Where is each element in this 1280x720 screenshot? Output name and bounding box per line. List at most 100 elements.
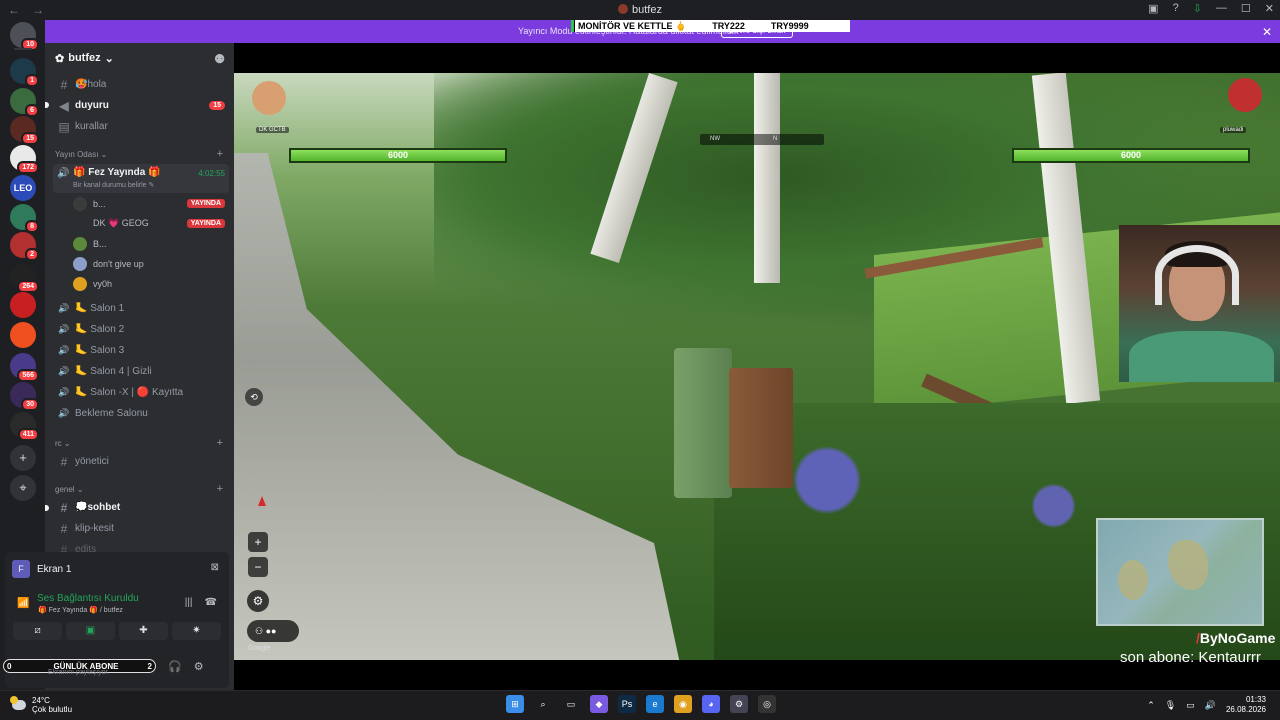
close-button[interactable]: ✕ — [1265, 2, 1274, 15]
server-icon-server-2[interactable]: 6 — [10, 88, 39, 117]
avatar — [73, 196, 87, 211]
channel-sohbet[interactable]: # 💭sohbet — [53, 498, 229, 517]
server-icon-server-7[interactable]: 2 — [10, 232, 39, 261]
voice-member[interactable]: vy0h — [73, 274, 225, 293]
disconnect-icon[interactable]: ☎ — [205, 597, 217, 608]
player-left-name: DK GCTB — [256, 127, 289, 133]
channel-duyuru[interactable]: ◀ duyuru 15 — [53, 96, 229, 115]
voice-channel[interactable]: 🔊 Bekleme Salonu — [53, 404, 229, 423]
obs-icon[interactable]: ◎ — [758, 695, 776, 713]
stream-view[interactable]: DK GCTB 6000 NW N 6000 pluwadi ⟲ + − ⚙ ⚇… — [234, 43, 1280, 690]
channel-status[interactable]: Bir kanal durumu belirle ✎ — [73, 181, 154, 189]
copilot-icon[interactable]: ◆ — [590, 695, 608, 713]
zoom-in-button[interactable]: + — [248, 532, 268, 552]
avatar — [73, 236, 87, 251]
zoom-out-button[interactable]: − — [248, 557, 268, 577]
player-right-avatar — [1228, 78, 1262, 112]
channel-kurallar[interactable]: ▤ kurallar — [53, 117, 229, 136]
activities-button[interactable]: ✚ — [119, 622, 168, 640]
weather-widget[interactable]: 24°C Çok bulutlu — [10, 696, 72, 714]
announcement-icon: ◀ — [59, 98, 69, 113]
maximize-button[interactable]: ☐ — [1241, 2, 1251, 15]
server-icon-server-4[interactable]: 172 — [10, 145, 39, 174]
category-rc[interactable]: rc ⌄ + — [55, 437, 225, 449]
guess-minimap[interactable] — [1096, 518, 1264, 626]
server-icon-server-3[interactable]: 15 — [10, 116, 39, 145]
server-icon-server-10[interactable] — [10, 322, 36, 348]
game-settings-icon[interactable]: ⚙ — [247, 590, 269, 612]
live-badge[interactable]: YAYINDA — [186, 199, 225, 208]
banner-close-icon[interactable]: ✕ — [1262, 25, 1272, 39]
server-icon-server-13[interactable]: 411 — [10, 412, 39, 441]
noise-suppression-icon[interactable]: ||| — [185, 597, 193, 608]
settings-icon[interactable]: ⚙ — [730, 695, 748, 713]
voice-channel[interactable]: 🔊 🦶 Salon 1 — [53, 299, 229, 318]
category-genel[interactable]: genel ⌄ + — [55, 483, 225, 495]
discord-icon[interactable]: ◕ — [702, 695, 720, 713]
download-icon[interactable]: ⇩ — [1193, 2, 1202, 15]
server-icon-server-12[interactable]: 30 — [10, 382, 39, 411]
avatar — [73, 216, 87, 231]
inbox-icon[interactable]: ▣ — [1148, 2, 1158, 15]
live-badge[interactable]: YAYINDA — [186, 219, 225, 228]
server-icon-server-9[interactable] — [10, 292, 36, 318]
discover-icon[interactable]: ⌖ — [10, 475, 36, 501]
chevron-up-icon[interactable]: ⌃ — [1147, 700, 1155, 711]
help-icon[interactable]: ? — [1173, 2, 1179, 15]
windows-icon[interactable]: ⊞ — [506, 695, 524, 713]
signal-icon: 📶 — [17, 598, 30, 609]
server-icon-home[interactable]: 10 — [10, 22, 39, 51]
screen-share-item[interactable]: F Ekran 1 — [12, 560, 71, 578]
minimize-button[interactable]: — — [1216, 2, 1227, 15]
headphones-icon[interactable]: 🎧 — [168, 660, 182, 673]
server-icon-server-6[interactable]: 8 — [10, 204, 39, 233]
edge-icon[interactable]: e — [646, 695, 664, 713]
chrome-icon[interactable]: ◉ — [674, 695, 692, 713]
server-header[interactable]: ✿ butfez ⌄ ⚉ — [45, 43, 234, 73]
hash-icon: # — [60, 454, 68, 469]
screen-share-button[interactable]: ▣ — [66, 622, 115, 640]
server-icon-server-8[interactable]: 264 — [10, 264, 39, 293]
voice-channel[interactable]: 🔊 🦶 Salon -X | 🔴 Kayıtta — [53, 383, 229, 402]
server-icon-server-1[interactable]: 1 — [10, 58, 39, 87]
network-icon[interactable]: ▭ — [1186, 700, 1195, 711]
voice-channel[interactable]: 🔊 🦶 Salon 3 — [53, 341, 229, 360]
connection-status[interactable]: Ses Bağlantısı Kuruldu — [37, 593, 139, 604]
player-right-health-bar: 6000 — [1012, 148, 1250, 163]
server-icon-leo[interactable]: LEO — [10, 175, 36, 201]
channel-yonetici[interactable]: # yönetici — [53, 452, 229, 471]
search-icon[interactable]: ⌕ — [534, 695, 552, 713]
invite-people-icon[interactable]: ⚉ — [214, 52, 225, 66]
channel-klip-kesit[interactable]: # klip-kesit — [53, 519, 229, 538]
soundboard-button[interactable]: ✷ — [172, 622, 221, 640]
voice-channel[interactable]: 🔊 🦶 Salon 2 — [53, 320, 229, 339]
avatar — [73, 256, 87, 271]
ticker-item: MONİTÖR VE KETTLE 🖕 — [578, 20, 687, 31]
clock[interactable]: 01:33 26.08.2026 — [1226, 695, 1266, 715]
create-channel-icon[interactable]: + — [217, 148, 223, 160]
connection-channel[interactable]: 🎁 Fez Yayında 🎁 / butfez — [38, 606, 123, 614]
create-channel-icon[interactable]: + — [217, 483, 223, 495]
settings-gear-icon[interactable]: ⚙ — [194, 660, 204, 673]
voice-member[interactable]: b... YAYINDA — [73, 194, 225, 213]
category-yayin-odasi[interactable]: Yayın Odası ⌄ + — [55, 148, 225, 160]
players-button[interactable]: ⚇ ●● — [247, 620, 299, 642]
camera-toggle-button[interactable]: ⧄ — [13, 622, 62, 640]
speaker-icon: 🔊 — [58, 345, 70, 355]
add-server-icon[interactable]: + — [10, 445, 36, 471]
camera-reset-icon[interactable]: ⟲ — [245, 388, 263, 406]
volume-icon[interactable]: 🔊 — [1205, 700, 1216, 711]
server-icon-server-11[interactable]: 566 — [10, 353, 39, 382]
microphone-icon[interactable]: 🎙 — [1165, 700, 1176, 711]
voice-member[interactable]: B... — [73, 234, 225, 253]
voice-channel[interactable]: 🔊 🦶 Salon 4 | Gizli — [53, 362, 229, 381]
voice-member[interactable]: don't give up — [73, 254, 225, 273]
voice-member[interactable]: DK 💗 GEOG YAYINDA — [73, 214, 225, 233]
stop-screen-icon[interactable]: ⊠ — [211, 562, 219, 573]
chevron-down-icon: ⌄ — [104, 52, 114, 65]
create-channel-icon[interactable]: + — [217, 437, 223, 449]
photoshop-icon[interactable]: Ps — [618, 695, 636, 713]
files-icon[interactable]: ▭ — [562, 695, 580, 713]
channel-hola[interactable]: # 🥵hola — [53, 75, 229, 94]
voice-channel-fez-yayinda[interactable]: 🔊 🎁 Fez Yayında 🎁 Bir kanal durumu belir… — [53, 164, 229, 193]
